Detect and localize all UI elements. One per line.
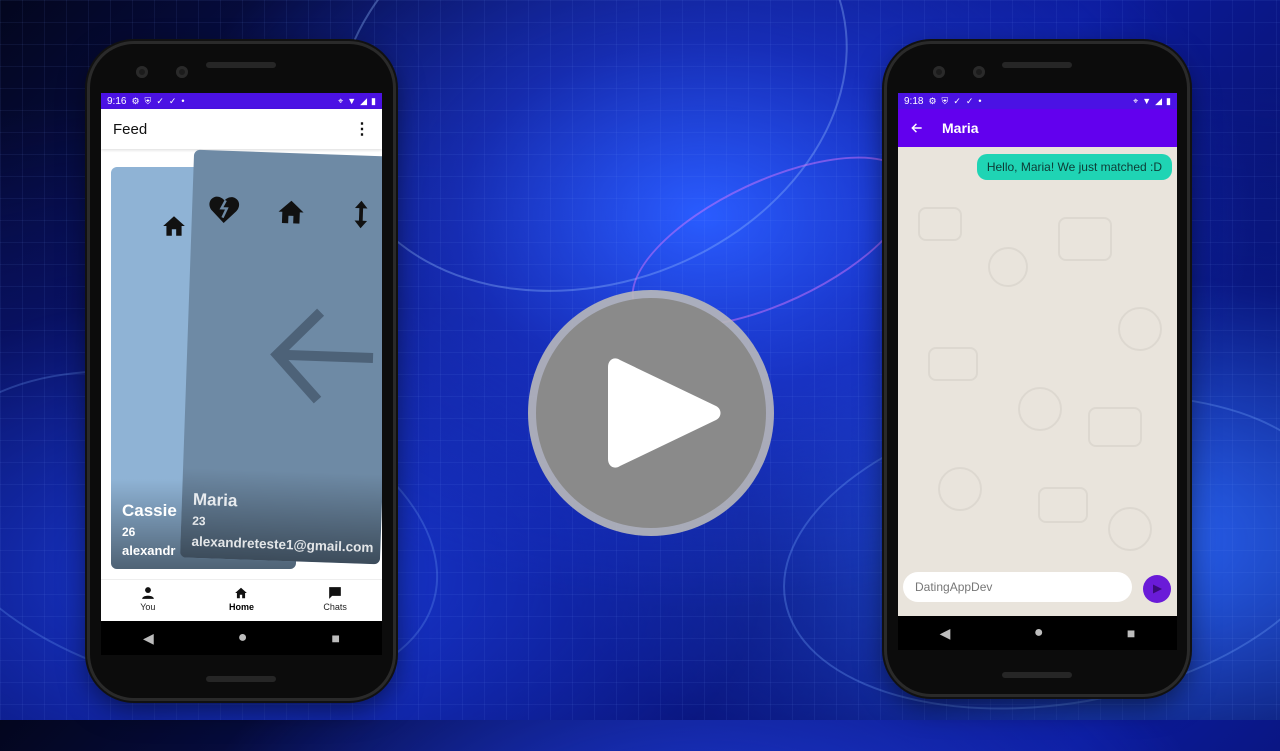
nav-item-chats[interactable]: Chats — [305, 586, 365, 612]
bottom-speaker — [206, 676, 276, 682]
home-icon — [163, 216, 185, 236]
profile-card-front[interactable]: Maria 23 alexandreteste1@gmail.com — [179, 149, 382, 565]
location-icon: ⌖ — [338, 95, 344, 106]
chat-icon — [329, 587, 341, 599]
doodle-pattern — [918, 207, 962, 241]
home-nav-icon[interactable]: ● — [238, 629, 248, 647]
doodle-pattern — [938, 467, 982, 511]
video-play-button[interactable] — [536, 298, 766, 528]
check-icon: ✓ — [965, 95, 974, 106]
more-options-icon[interactable]: ⋮ — [354, 119, 370, 139]
play-icon — [608, 358, 721, 468]
dot-icon: • — [181, 95, 185, 106]
chat-header: Maria — [898, 109, 1177, 147]
earpiece-speaker — [1002, 62, 1072, 68]
doodle-pattern — [928, 347, 978, 381]
signal-icon: ◢ — [1155, 95, 1163, 106]
home-icon[interactable] — [276, 197, 307, 228]
shield-icon: ⛨ — [144, 95, 152, 106]
doodle-pattern — [1088, 407, 1142, 447]
status-time: 9:16 — [107, 95, 127, 107]
shield-icon: ⛨ — [941, 95, 949, 106]
nav-item-home[interactable]: Home — [211, 586, 271, 612]
nav-label: Home — [228, 602, 254, 612]
dot-icon: • — [978, 95, 982, 106]
person-icon — [141, 587, 154, 599]
check-icon: ✓ — [953, 95, 961, 106]
broken-heart-icon[interactable] — [208, 194, 241, 225]
message-input[interactable]: DatingAppDev — [903, 572, 1132, 602]
wifi-icon: ▼ — [1142, 95, 1152, 106]
system-navigation-bar: ◀ ● ■ — [898, 616, 1177, 650]
swap-vertical-icon[interactable] — [352, 199, 371, 230]
status-bar: 9:18 ⚙ ⛨ ✓ ✓ • ⌖ ▼ ◢ ▮ — [898, 93, 1177, 109]
doodle-pattern — [1058, 217, 1112, 261]
battery-icon: ▮ — [1166, 95, 1171, 106]
back-nav-icon[interactable]: ◀ — [143, 630, 154, 647]
check-icon: ✓ — [156, 95, 164, 106]
location-icon: ⌖ — [1133, 95, 1139, 106]
settings-icon: ⚙ — [928, 95, 937, 106]
doodle-pattern — [1038, 487, 1088, 523]
recents-nav-icon[interactable]: ■ — [331, 630, 339, 646]
status-time: 9:18 — [904, 95, 924, 107]
left-phone: 9:16 ⚙ ⛨ ✓ ✓ • ⌖ ▼ ◢ ▮ Feed ⋮ Cassie 26 … — [90, 44, 393, 698]
arrow-left-icon — [270, 308, 374, 404]
nav-label: Chats — [323, 602, 347, 612]
battery-icon: ▮ — [371, 95, 376, 106]
chat-background: Hello, Maria! We just matched :D — [898, 147, 1177, 616]
recents-nav-icon[interactable]: ■ — [1127, 625, 1135, 641]
system-navigation-bar: ◀ ● ■ — [101, 621, 382, 655]
front-camera — [136, 66, 148, 78]
card-name: Maria — [192, 489, 238, 511]
check-icon: ✓ — [168, 95, 177, 106]
home-icon — [235, 587, 248, 599]
card-age: 26 — [122, 525, 136, 539]
doodle-pattern — [988, 247, 1028, 287]
nav-item-you[interactable]: You — [118, 586, 178, 612]
settings-icon: ⚙ — [131, 95, 140, 106]
status-bar: 9:16 ⚙ ⛨ ✓ ✓ • ⌖ ▼ ◢ ▮ — [101, 93, 382, 109]
doodle-pattern — [1108, 507, 1152, 551]
wifi-icon: ▼ — [347, 95, 357, 106]
right-screen: 9:18 ⚙ ⛨ ✓ ✓ • ⌖ ▼ ◢ ▮ Maria Hello, Mari… — [898, 93, 1177, 650]
message-bubble-sent: Hello, Maria! We just matched :D — [976, 154, 1172, 180]
card-email: alexandr — [122, 543, 176, 558]
bottom-navigation: You Home Chats — [101, 579, 382, 621]
right-phone: 9:18 ⚙ ⛨ ✓ ✓ • ⌖ ▼ ◢ ▮ Maria Hello, Mari… — [887, 44, 1187, 694]
doodle-pattern — [1118, 307, 1162, 351]
left-screen: 9:16 ⚙ ⛨ ✓ ✓ • ⌖ ▼ ◢ ▮ Feed ⋮ Cassie 26 … — [101, 93, 382, 655]
chat-title: Maria — [942, 120, 979, 136]
home-nav-icon[interactable]: ● — [1034, 624, 1044, 642]
back-nav-icon[interactable]: ◀ — [940, 625, 951, 642]
front-sensor — [973, 66, 985, 78]
card-age: 23 — [191, 513, 206, 529]
nav-label: You — [140, 602, 156, 612]
doodle-pattern — [1018, 387, 1062, 431]
app-bar: Feed ⋮ — [101, 109, 382, 149]
page-title: Feed — [113, 120, 148, 138]
front-sensor — [176, 66, 188, 78]
front-camera — [933, 66, 945, 78]
back-arrow-icon[interactable] — [910, 121, 924, 135]
bottom-speaker — [1002, 672, 1072, 678]
send-button[interactable] — [1143, 575, 1171, 603]
earpiece-speaker — [206, 62, 276, 68]
signal-icon: ◢ — [360, 95, 368, 106]
send-icon — [1153, 584, 1162, 594]
card-name: Cassie — [122, 501, 177, 520]
